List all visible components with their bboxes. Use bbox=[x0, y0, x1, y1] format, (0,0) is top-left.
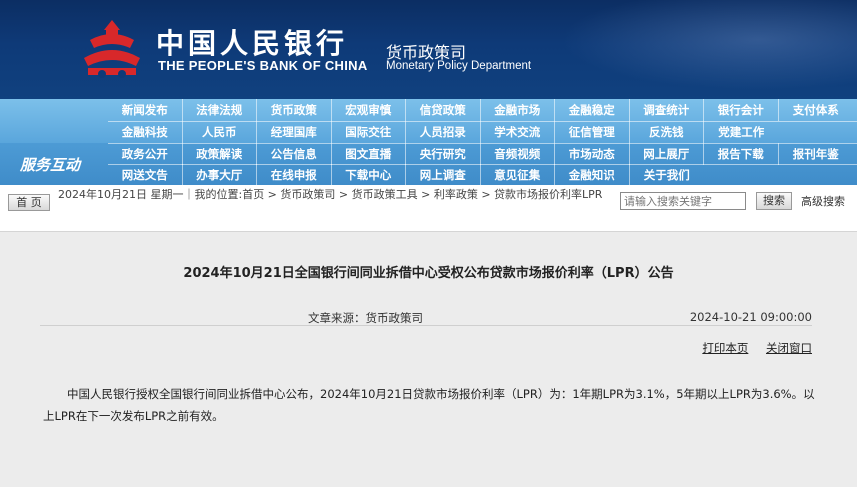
banner-decoration bbox=[527, 0, 857, 99]
nav-item-online-notices[interactable]: 网送文告 bbox=[108, 164, 183, 186]
article-meta: 文章来源：货币政策司 2024-10-21 09:00:00 bbox=[40, 306, 812, 326]
nav-item-policy-interpretation[interactable]: 政策解读 bbox=[183, 143, 257, 165]
nav-item-credit-policy[interactable]: 信贷政策 bbox=[406, 99, 481, 121]
nav-item-online-exhibition[interactable]: 网上展厅 bbox=[630, 143, 704, 165]
nav-item-opinion-collection[interactable]: 意见征集 bbox=[481, 164, 555, 186]
nav-item-academic[interactable]: 学术交流 bbox=[481, 121, 555, 143]
nav-row-2: 金融科技 人民币 经理国库 国际交往 人员招录 学术交流 征信管理 反洗钱 党建… bbox=[108, 121, 779, 143]
nav-item-fintech[interactable]: 金融科技 bbox=[108, 121, 183, 143]
close-window-link[interactable]: 关闭窗口 bbox=[766, 341, 812, 355]
article-source: 文章来源：货币政策司 bbox=[308, 311, 423, 325]
nav-item-payment-system[interactable]: 支付体系 bbox=[779, 99, 854, 121]
main-navigation: 服务互动 新闻发布 法律法规 货币政策 宏观审慎 信贷政策 金融市场 金融稳定 … bbox=[0, 99, 857, 186]
bank-name-cn: 中国人民银行 bbox=[156, 27, 349, 60]
nav-item-news[interactable]: 新闻发布 bbox=[108, 99, 183, 121]
nav-item-online-survey[interactable]: 网上调查 bbox=[406, 164, 481, 186]
nav-item-audio-video[interactable]: 音频视频 bbox=[481, 143, 555, 165]
bank-name-en: THE PEOPLE'S BANK OF CHINA bbox=[158, 58, 368, 73]
nav-item-financial-knowledge[interactable]: 金融知识 bbox=[555, 164, 630, 186]
nav-item-treasury[interactable]: 经理国库 bbox=[257, 121, 332, 143]
nav-item-government-affairs[interactable]: 政务公开 bbox=[108, 143, 183, 165]
nav-row-1: 新闻发布 法律法规 货币政策 宏观审慎 信贷政策 金融市场 金融稳定 调查统计 … bbox=[108, 99, 853, 121]
nav-row-3: 政务公开 政策解读 公告信息 图文直播 央行研究 音频视频 市场动态 网上展厅 … bbox=[108, 143, 853, 165]
nav-item-financial-stability[interactable]: 金融稳定 bbox=[555, 99, 630, 121]
nav-item-anti-money-laundering[interactable]: 反洗钱 bbox=[630, 121, 704, 143]
service-interaction-label: 服务互动 bbox=[20, 156, 81, 174]
nav-item-market-dynamics[interactable]: 市场动态 bbox=[555, 143, 630, 165]
nav-item-bank-accounting[interactable]: 银行会计 bbox=[704, 99, 779, 121]
nav-item-announcements[interactable]: 公告信息 bbox=[257, 143, 332, 165]
nav-item-recruitment[interactable]: 人员招录 bbox=[406, 121, 481, 143]
department-name-en: Monetary Policy Department bbox=[386, 60, 532, 72]
article-body: 中国人民银行授权全国银行间同业拆借中心公布，2024年10月21日贷款市场报价利… bbox=[43, 387, 815, 423]
nav-item-financial-markets[interactable]: 金融市场 bbox=[481, 99, 555, 121]
nav-item-about-us[interactable]: 关于我们 bbox=[630, 164, 705, 186]
nav-item-live-broadcast[interactable]: 图文直播 bbox=[332, 143, 406, 165]
nav-item-research[interactable]: 央行研究 bbox=[406, 143, 481, 165]
article-date: 2024-10-21 09:00:00 bbox=[689, 310, 812, 324]
advanced-search-link[interactable]: 高级搜索 bbox=[801, 193, 845, 209]
article-content: 2024年10月21日全国银行间同业拆借中心受权公布贷款市场报价利率（LPR）公… bbox=[0, 231, 857, 487]
article-title: 2024年10月21日全国银行间同业拆借中心受权公布贷款市场报价利率（LPR）公… bbox=[183, 266, 674, 281]
nav-item-yearbooks[interactable]: 报刊年鉴 bbox=[779, 143, 854, 165]
pboc-logo-icon bbox=[84, 20, 140, 78]
breadcrumb: 2024年10月21日 星期一｜我的位置:首页 > 货币政策司 > 货币政策工具… bbox=[58, 188, 603, 201]
nav-row-4: 网送文告 办事大厅 在线申报 下载中心 网上调查 意见征集 金融知识 关于我们 bbox=[108, 164, 704, 186]
nav-item-international[interactable]: 国际交往 bbox=[332, 121, 406, 143]
nav-item-rmb[interactable]: 人民币 bbox=[183, 121, 257, 143]
nav-item-service-hall[interactable]: 办事大厅 bbox=[183, 164, 257, 186]
nav-item-laws[interactable]: 法律法规 bbox=[183, 99, 257, 121]
article-actions: 打印本页 关闭窗口 bbox=[688, 340, 812, 356]
nav-item-online-filing[interactable]: 在线申报 bbox=[257, 164, 332, 186]
nav-item-monetary-policy[interactable]: 货币政策 bbox=[257, 99, 332, 121]
nav-item-party-building[interactable]: 党建工作 bbox=[704, 121, 779, 143]
nav-item-macroprudential[interactable]: 宏观审慎 bbox=[332, 99, 406, 121]
print-page-link[interactable]: 打印本页 bbox=[702, 341, 748, 355]
search-input[interactable] bbox=[620, 192, 746, 210]
header-banner: 中国人民银行 THE PEOPLE'S BANK OF CHINA 货币政策司 … bbox=[0, 0, 857, 99]
nav-item-download-center[interactable]: 下载中心 bbox=[332, 164, 406, 186]
nav-item-statistics[interactable]: 调查统计 bbox=[630, 99, 704, 121]
search-button[interactable]: 搜索 bbox=[756, 192, 792, 210]
nav-item-report-download[interactable]: 报告下载 bbox=[704, 143, 779, 165]
home-button[interactable]: 首 页 bbox=[8, 194, 50, 211]
nav-item-credit-reference[interactable]: 征信管理 bbox=[555, 121, 630, 143]
